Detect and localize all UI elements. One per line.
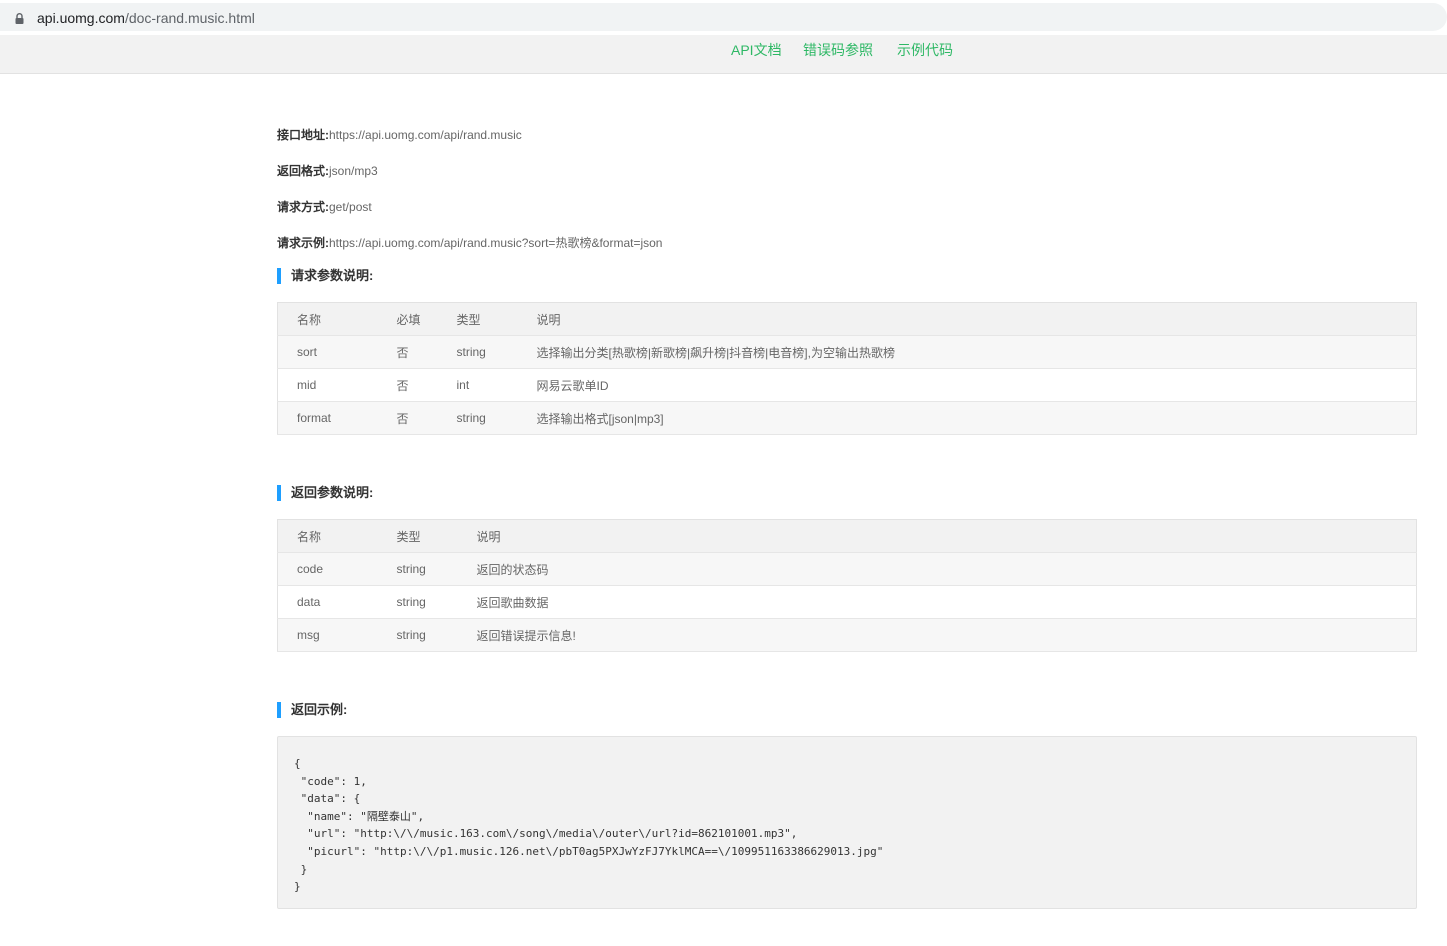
lock-icon[interactable]	[15, 13, 24, 24]
table-cell: 返回歌曲数据	[457, 585, 1417, 619]
info-example: 请求示例:https://api.uomg.com/api/rand.music…	[277, 235, 662, 251]
table-cell: string	[377, 585, 458, 619]
info-label: 接口地址:	[277, 128, 329, 142]
table-cell: mid	[277, 368, 378, 402]
table-header-cell: 名称	[277, 302, 378, 336]
response-example-code-block: { "code": 1, "data": { "name": "隔壁泰山", "…	[277, 736, 1417, 909]
table-cell: string	[437, 401, 518, 435]
response-params-table: 名称 类型 说明 code string 返回的状态码 data string …	[277, 519, 1417, 652]
info-label: 请求示例:	[277, 236, 329, 250]
request-params-table: 名称 必填 类型 说明 sort 否 string 选择输出分类[热歌榜|新歌榜…	[277, 302, 1417, 435]
table-row: data string 返回歌曲数据	[277, 585, 1417, 619]
table-cell: string	[437, 335, 518, 369]
info-value: get/post	[329, 200, 372, 214]
table-row: msg string 返回错误提示信息!	[277, 618, 1417, 652]
table-header-cell: 名称	[277, 519, 378, 553]
table-cell: int	[437, 368, 518, 402]
url-path: /doc-rand.music.html	[124, 10, 255, 26]
table-cell: msg	[277, 618, 378, 652]
table-cell: code	[277, 552, 378, 586]
browser-address-bar: api.uomg.com/doc-rand.music.html	[0, 0, 1447, 34]
table-row: sort 否 string 选择输出分类[热歌榜|新歌榜|飙升榜|抖音榜|电音榜…	[277, 335, 1417, 369]
table-header-row: 名称 类型 说明	[277, 519, 1417, 553]
info-value: https://api.uomg.com/api/rand.music	[329, 128, 522, 142]
response-params-heading: 返回参数说明:	[277, 485, 373, 501]
url-host: api.uomg.com	[37, 10, 125, 26]
table-header-cell: 说明	[517, 302, 1417, 336]
request-params-heading: 请求参数说明:	[277, 268, 373, 284]
info-method: 请求方式:get/post	[277, 199, 372, 215]
table-row: format 否 string 选择输出格式[json|mp3]	[277, 401, 1417, 435]
table-header-cell: 必填	[377, 302, 438, 336]
nav-link-sample-code[interactable]: 示例代码	[897, 40, 953, 60]
table-cell: 选择输出格式[json|mp3]	[517, 401, 1417, 435]
example-heading: 返回示例:	[277, 702, 347, 718]
info-value: https://api.uomg.com/api/rand.music?sort…	[329, 236, 663, 250]
info-endpoint: 接口地址:https://api.uomg.com/api/rand.music	[277, 127, 522, 143]
table-cell: data	[277, 585, 378, 619]
example-code: { "code": 1, "data": { "name": "隔壁泰山", "…	[294, 757, 884, 894]
table-cell: format	[277, 401, 378, 435]
table-cell: 返回错误提示信息!	[457, 618, 1417, 652]
table-cell: 否	[377, 368, 438, 402]
nav-link-error-codes[interactable]: 错误码参照	[803, 40, 873, 60]
info-label: 请求方式:	[277, 200, 329, 214]
table-cell: 选择输出分类[热歌榜|新歌榜|飙升榜|抖音榜|电音榜],为空输出热歌榜	[517, 335, 1417, 369]
table-cell: sort	[277, 335, 378, 369]
table-cell: string	[377, 552, 458, 586]
top-nav: API文档 错误码参照 示例代码	[0, 35, 1447, 74]
table-cell: string	[377, 618, 458, 652]
info-label: 返回格式:	[277, 164, 329, 178]
table-row: code string 返回的状态码	[277, 552, 1417, 586]
url-text[interactable]: api.uomg.com/doc-rand.music.html	[37, 10, 255, 26]
table-header-row: 名称 必填 类型 说明	[277, 302, 1417, 336]
table-header-cell: 类型	[377, 519, 458, 553]
info-format: 返回格式:json/mp3	[277, 163, 378, 179]
table-header-cell: 类型	[437, 302, 518, 336]
table-cell: 否	[377, 401, 438, 435]
table-cell: 否	[377, 335, 438, 369]
table-cell: 网易云歌单ID	[517, 368, 1417, 402]
table-header-cell: 说明	[457, 519, 1417, 553]
info-value: json/mp3	[329, 164, 378, 178]
table-cell: 返回的状态码	[457, 552, 1417, 586]
url-field[interactable]: api.uomg.com/doc-rand.music.html	[0, 3, 1447, 31]
nav-link-api-docs[interactable]: API文档	[731, 40, 782, 60]
table-row: mid 否 int 网易云歌单ID	[277, 368, 1417, 402]
